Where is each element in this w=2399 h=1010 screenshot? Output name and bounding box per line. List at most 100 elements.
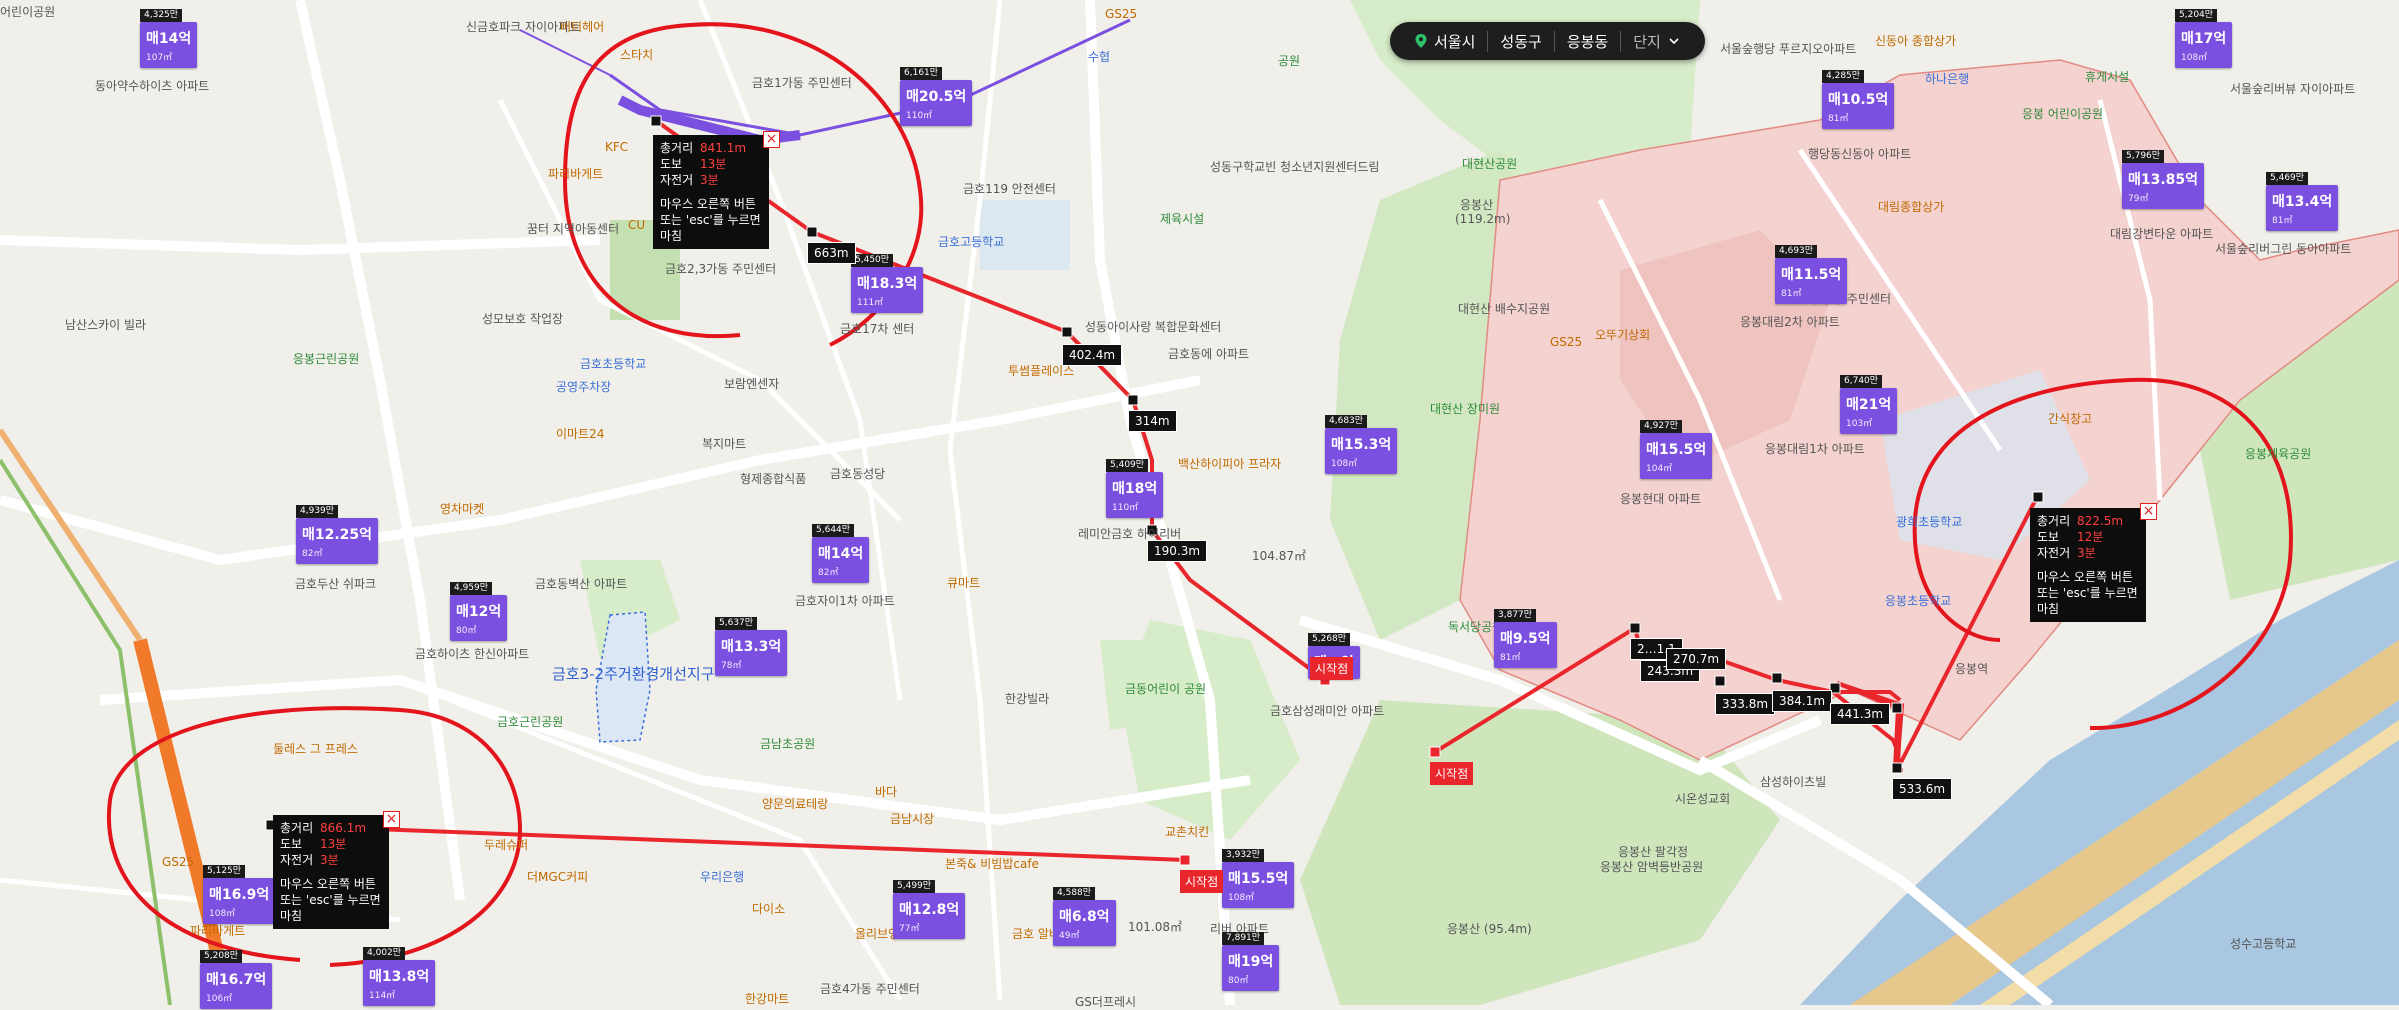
listing-price-marker[interactable]: 5,208만 매16.7억 106㎡ [200,950,273,1009]
price-per-pyeong: 5,796만 [2122,150,2165,163]
place-label: 금호고등학교 [938,235,1005,249]
region-city[interactable]: 서울시 [1402,30,1489,52]
price-per-pyeong: 3,932만 [1222,849,1265,862]
listing-price-marker[interactable]: 4,939만 매12.25억 82㎡ [296,505,379,564]
filter-dropdown[interactable]: 단지 [1621,31,1691,52]
place-label: 금남초공원 [760,737,816,751]
listing-price-marker[interactable]: 5,499만 매12.8억 77㎡ [893,880,966,939]
distance-label: 384.1m [1772,690,1833,712]
place-label: GS25 [162,855,195,869]
close-icon[interactable]: × [2140,503,2157,520]
listing-area: 108㎡ [2181,53,2208,63]
close-icon[interactable]: × [763,131,780,148]
listing-price: 매10.5억 [1828,92,1889,108]
listing-price-marker[interactable]: 5,450만 매18.3억 111㎡ [851,254,924,313]
price-per-pyeong: 5,499만 [893,880,936,893]
listing-price: 매13.4억 [2272,194,2333,210]
distance-label: 333.8m [1715,693,1776,715]
price-per-pyeong: 7,891만 [1222,932,1265,945]
listing-area: 79㎡ [2128,194,2149,204]
place-label: 응봉현대 아파트 [1620,492,1702,506]
close-icon[interactable]: × [383,811,400,828]
measure-result-popup: 총거리 841.1m 도보 13분 자전거 3분 마우스 오른쪽 버튼 또는 'esc… [653,135,769,249]
listing-price-marker[interactable]: 6,740만 매21억 103㎡ [1840,375,1898,434]
listing-price-marker[interactable]: 4,002만 매13.8억 114㎡ [363,947,436,1006]
price-per-pyeong: 5,469만 [2266,172,2309,185]
place-label: 금호동에 아파트 [1168,347,1250,361]
walk-time-value: 13분 [320,837,347,851]
listing-price-marker[interactable]: 6,161만 매20.5억 110㎡ [900,67,973,126]
start-point-label[interactable]: 시작점 [1430,762,1474,785]
price-per-pyeong: 4,002만 [363,947,406,960]
place-label: 104.87㎡ [1252,549,1306,563]
listing-price-marker[interactable]: 5,796만 매13.85억 79㎡ [2122,150,2205,209]
listing-area: 104㎡ [1646,464,1673,474]
listing-area: 80㎡ [1228,976,1249,986]
listing-price-marker[interactable]: 3,877만 매9.5억 81㎡ [1494,609,1557,668]
place-label: 보람엔센자 [724,377,780,391]
listing-price-marker[interactable]: 4,693만 매11.5억 81㎡ [1775,245,1848,304]
listing-price: 매14억 [818,546,864,562]
region-district[interactable]: 성동구 [1488,30,1555,52]
place-label: 양문의료테랑 [762,797,829,811]
place-label: 하나은행 [1925,72,1970,86]
listing-price-marker[interactable]: 4,683만 매15.3억 108㎡ [1325,415,1398,474]
listing-price-marker[interactable]: 5,469만매13.4억 81㎡ [2266,172,2339,231]
walk-time-label: 도보 [280,837,303,851]
listing-price-marker[interactable]: 3,932만 매15.5억 108㎡ [1222,849,1295,908]
place-label: 공원 [1278,54,1301,68]
walk-time-label: 도보 [2037,530,2060,544]
listing-area: 80㎡ [456,626,477,636]
listing-price: 매9.5억 [1500,631,1551,647]
place-label: 대현산공원 [1462,157,1518,171]
start-point-label[interactable]: 시작점 [1310,657,1354,680]
place-label: 한강빌라 [1005,692,1050,706]
listing-price-marker[interactable]: 5,409만 매18억 110㎡ [1106,459,1164,518]
place-label: 금남시장 [890,812,935,826]
bike-time-label: 자전거 [660,173,694,187]
place-label: 버터헤어 [560,20,605,34]
listing-price: 매15.5억 [1228,871,1289,887]
listing-price-marker[interactable]: 4,285만 매10.5억 81㎡ [1822,70,1895,129]
listing-price-marker[interactable]: 4,927만 매15.5억 104㎡ [1640,420,1713,479]
measure-result-popup: 총거리 822.5m 도보 12분 자전거 3분 마우스 오른쪽 버튼 또는 'esc… [2030,508,2146,622]
place-label: 본죽& 비빔밥cafe [945,857,1039,871]
place-label: 대림강변타운 아파트 [2110,227,2214,241]
listing-area: 103㎡ [1846,419,1873,429]
listing-price-marker[interactable]: 5,125만 매16.9억 108㎡ [203,865,276,924]
distance-label: 663m [807,242,856,264]
measure-result-popup: 총거리 866.1m 도보 13분 자전거 3분 마우스 오른쪽 버튼 또는 'esc… [273,815,389,929]
region-dong[interactable]: 응봉동 [1555,30,1622,52]
place-label: 서울숲리버그린 동아아파트 [2215,242,2352,256]
place-label: 금호2,3가동 주민센터 [665,262,777,276]
total-distance-value: 822.5m [2077,514,2124,528]
listing-price-marker[interactable]: 5,204만 매17억 108㎡ [2175,9,2233,68]
listing-price-marker[interactable]: 5,637만 매13.3억 78㎡ [715,617,788,676]
place-label: 제육시설 [1160,212,1205,226]
total-distance-label: 총거리 [660,141,694,155]
distance-label: 533.6m [1892,778,1953,800]
listing-area: 81㎡ [2272,216,2293,226]
city-label: 서울시 [1434,32,1476,51]
distance-label: 270.7m [1666,648,1727,670]
listing-price-marker[interactable]: 5,644만 매14억 82㎡ [812,524,870,583]
walk-time-value: 13분 [700,157,727,171]
place-label: 응봉대림2차 아파트 [1740,315,1840,329]
total-distance-label: 총거리 [2037,514,2071,528]
listing-price-marker[interactable]: 7,891만 매19억 80㎡ [1222,932,1280,991]
region-breadcrumb: 서울시 성동구 응봉동 단지 [1390,22,1705,60]
listing-price: 매13.3억 [721,639,782,655]
listing-price-marker[interactable]: 4,588만 매6.8억 49㎡ [1053,887,1116,946]
price-per-pyeong: 4,939만 [296,505,339,518]
start-point-label[interactable]: 시작점 [1180,870,1224,893]
place-label: 수협 [1088,50,1111,64]
price-per-pyeong: 4,959만 [450,582,493,595]
filter-label: 단지 [1633,32,1661,51]
listing-area: 81㎡ [1500,653,1521,663]
place-label: 영차마켓 [440,502,485,516]
place-label: 응봉근린공원 [293,352,360,366]
listing-price-marker[interactable]: 4,325만 매14억 107㎡ [140,9,198,68]
place-label: 응봉역 [1955,662,1989,676]
place-label: 101.08㎡ [1128,920,1182,934]
listing-price-marker[interactable]: 4,959만 매12억 80㎡ [450,582,508,641]
